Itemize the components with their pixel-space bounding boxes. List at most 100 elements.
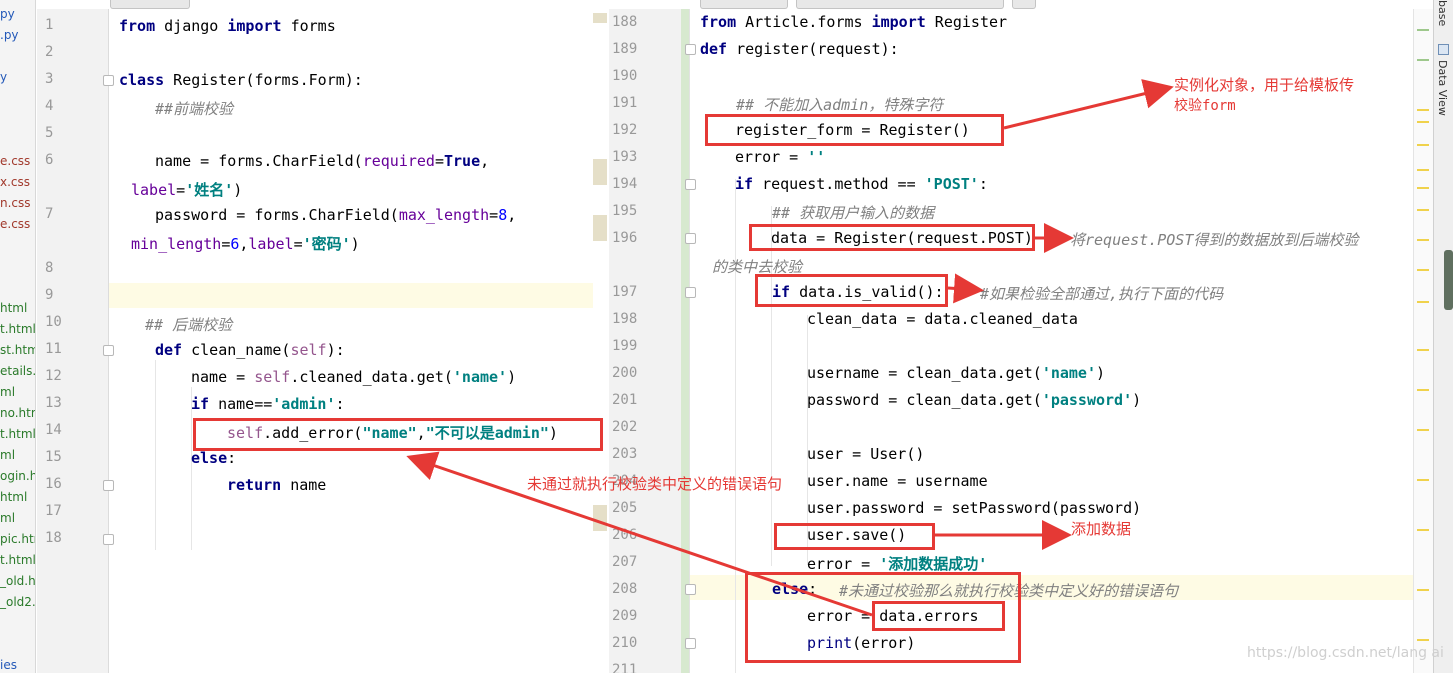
fold-marker-icon[interactable] (103, 75, 114, 86)
code-line[interactable]: username = clean_data.get('name') (807, 364, 1105, 382)
code-line[interactable]: def register(request): (700, 40, 899, 58)
code-line[interactable]: name = self.cleaned_data.get('name') (191, 368, 516, 386)
stripe-marker[interactable] (1417, 187, 1429, 189)
code-line[interactable]: if name=='admin': (191, 395, 345, 413)
project-file-item[interactable]: ogin.ht (0, 469, 35, 483)
code-line[interactable]: class Register(forms.Form): (119, 71, 363, 89)
fold-marker-icon[interactable] (685, 638, 696, 649)
code-line[interactable]: from Article.forms import Register (700, 13, 1007, 31)
project-file-item[interactable]: _old2. (0, 595, 35, 609)
stripe-marker[interactable] (1417, 429, 1429, 431)
editor-tab[interactable] (110, 0, 190, 9)
editor-tab[interactable] (700, 0, 788, 9)
project-file-item[interactable]: e.css (0, 154, 30, 168)
project-file-item[interactable]: t.html (0, 553, 35, 567)
line-number: 197 (612, 284, 638, 300)
stripe-marker[interactable] (1417, 639, 1429, 641)
code-line[interactable]: ## 不能加入admin，特殊字符 (736, 94, 943, 115)
stripe-marker[interactable] (1417, 589, 1429, 591)
code-line[interactable]: password = clean_data.get('password') (807, 391, 1141, 409)
code-line[interactable]: user = User() (807, 445, 924, 463)
code-line[interactable]: user.name = username (807, 472, 988, 490)
stripe-marker[interactable] (1417, 479, 1429, 481)
code-line[interactable]: clean_data = data.cleaned_data (807, 310, 1078, 328)
project-file-item[interactable]: t.html (0, 427, 35, 441)
line-number: 192 (612, 122, 638, 138)
line-number: 2 (45, 44, 54, 60)
code-line[interactable]: ##前端校验 (155, 98, 233, 119)
project-file-item[interactable]: .py (0, 28, 19, 42)
project-file-item[interactable]: st.htm (0, 343, 35, 357)
annotation-add-error: 未通过就执行校验类中定义的错误语句 (527, 475, 783, 493)
stripe-marker[interactable] (1417, 144, 1429, 146)
project-file-item[interactable]: y (0, 70, 7, 84)
fold-marker-icon[interactable] (103, 480, 114, 491)
project-file-item[interactable]: html (0, 301, 27, 315)
fold-marker-icon[interactable] (103, 534, 114, 545)
code-line[interactable]: def clean_name(self): (155, 341, 345, 359)
stripe-marker[interactable] (1417, 529, 1429, 531)
project-file-item[interactable]: _old.h (0, 574, 35, 588)
scroll-thumb[interactable] (1444, 250, 1453, 310)
stripe-marker[interactable] (1417, 121, 1429, 123)
error-stripe[interactable] (1413, 9, 1433, 673)
line-number: 16 (45, 476, 62, 492)
project-file-item[interactable]: ies (0, 658, 17, 672)
line-number: 11 (45, 341, 62, 357)
stripe-marker[interactable] (1417, 389, 1429, 391)
stripe-marker[interactable] (1417, 349, 1429, 351)
project-file-item[interactable]: py (0, 7, 15, 21)
line-number: 199 (612, 338, 638, 354)
project-file-item[interactable]: pic.htm (0, 532, 35, 546)
code-line[interactable]: error = '' (735, 148, 825, 166)
code-line[interactable]: ## 后端校验 (145, 314, 232, 335)
current-line-highlight (37, 283, 593, 308)
stripe-marker[interactable] (1417, 169, 1429, 171)
project-tree-strip[interactable]: py .py y e.css x.css n.css e.css html t.html st.h… (0, 0, 36, 673)
fold-marker-icon[interactable] (685, 44, 696, 55)
code-line[interactable]: ## 获取用户输入的数据 (772, 202, 934, 223)
editor-tab[interactable] (1012, 0, 1036, 9)
project-file-item[interactable]: x.css (0, 175, 30, 189)
fold-marker-icon[interactable] (685, 584, 696, 595)
code-line[interactable]: label='姓名') (131, 179, 242, 200)
stripe-marker[interactable] (1417, 109, 1429, 111)
code-line[interactable]: else: (191, 449, 236, 467)
project-file-item[interactable]: ml (0, 448, 15, 462)
code-line[interactable]: name = forms.CharField(required=True, (155, 152, 489, 170)
fold-marker-icon[interactable] (685, 233, 696, 244)
code-line[interactable]: min_length=6,label='密码') (131, 233, 360, 254)
stripe-marker[interactable] (1417, 59, 1429, 61)
fold-marker-icon[interactable] (103, 345, 114, 356)
project-file-item[interactable]: n.css (0, 196, 31, 210)
project-file-item[interactable]: ml (0, 385, 15, 399)
code-line[interactable]: user.password = setPassword(password) (807, 499, 1141, 517)
data-view-icon[interactable] (1438, 44, 1449, 55)
line-number: 18 (45, 530, 62, 546)
fold-marker-icon[interactable] (685, 287, 696, 298)
code-line[interactable]: if request.method == 'POST': (735, 175, 988, 193)
annotation-box-register-form (705, 114, 1004, 146)
database-tool-label[interactable]: base (1436, 0, 1449, 26)
code-line[interactable]: password = forms.CharField(max_length=8, (155, 206, 516, 224)
stripe-marker[interactable] (1417, 209, 1429, 211)
code-line[interactable]: from django import forms (119, 17, 336, 35)
project-file-item[interactable]: e.css (0, 217, 30, 231)
left-code-editor[interactable]: 1 2 3 4 5 6 7 8 9 10 11 12 13 14 15 16 17 18 from django … (37, 9, 607, 673)
annotation-box-request-post (749, 224, 1035, 251)
stripe-marker[interactable] (1417, 301, 1429, 303)
stripe-marker[interactable] (1417, 239, 1429, 241)
code-line[interactable]: error = '添加数据成功' (807, 553, 987, 574)
editor-tab[interactable] (796, 0, 1004, 9)
project-file-item[interactable]: ml (0, 511, 15, 525)
project-file-item[interactable]: html (0, 490, 27, 504)
code-line[interactable]: return name (227, 476, 326, 494)
stripe-marker[interactable] (1417, 269, 1429, 271)
project-file-item[interactable]: no.htm (0, 406, 35, 420)
stripe-marker[interactable] (1417, 29, 1429, 31)
project-file-item[interactable]: etails.l (0, 364, 35, 378)
right-tool-window-bar[interactable]: base Data View (1433, 0, 1453, 673)
project-file-item[interactable]: t.html (0, 322, 35, 336)
fold-marker-icon[interactable] (685, 179, 696, 190)
data-view-tool-label[interactable]: Data View (1436, 60, 1449, 116)
